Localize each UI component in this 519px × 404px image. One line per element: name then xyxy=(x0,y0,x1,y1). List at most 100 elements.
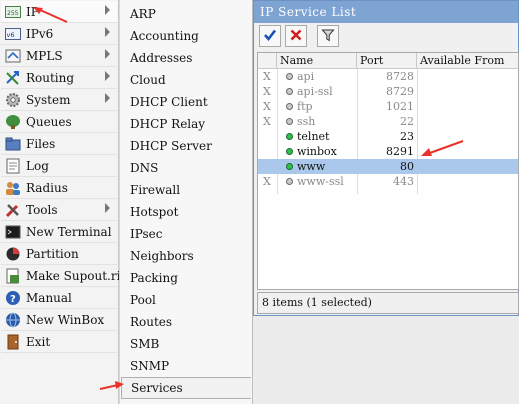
menu-item-new-winbox[interactable]: New WinBox xyxy=(1,309,117,331)
tools-icon xyxy=(5,202,21,218)
svg-text:v6: v6 xyxy=(7,31,15,39)
queues-icon xyxy=(5,114,21,130)
menu-item-log[interactable]: Log xyxy=(1,155,117,177)
status-dot-icon xyxy=(286,88,293,95)
window-title[interactable]: IP Service List xyxy=(254,1,518,23)
submenu-item-dhcp-server[interactable]: DHCP Server xyxy=(121,135,251,157)
service-port: 443 xyxy=(393,175,414,188)
service-name: api xyxy=(297,70,315,83)
annotation-arrow-icon xyxy=(421,140,464,156)
submenu-item-packing[interactable]: Packing xyxy=(121,267,251,289)
chevron-right-icon xyxy=(105,27,110,37)
ip-icon: 255 xyxy=(5,4,21,20)
enable-button[interactable] xyxy=(259,25,281,47)
submenu-item-cloud[interactable]: Cloud xyxy=(121,69,251,91)
mpls-icon xyxy=(5,48,21,64)
column-header-port[interactable]: Port xyxy=(357,53,417,69)
menu-item-make-supout[interactable]: Make Supout.rif xyxy=(1,265,125,287)
submenu-item-dhcp-relay[interactable]: DHCP Relay xyxy=(121,113,251,135)
partition-icon xyxy=(5,246,21,262)
help-icon: ? xyxy=(5,290,21,306)
service-port: 1021 xyxy=(386,100,414,113)
submenu-item-pool[interactable]: Pool xyxy=(121,289,251,311)
submenu-item-services[interactable]: Services xyxy=(121,377,251,399)
menu-item-label: IPv6 xyxy=(26,26,54,41)
chevron-right-icon xyxy=(105,93,110,103)
disable-button[interactable] xyxy=(285,25,307,47)
table-row[interactable]: telnet 23 xyxy=(258,129,518,144)
menu-item-routing[interactable]: Routing xyxy=(1,67,117,89)
service-name: www-ssl xyxy=(297,175,344,188)
menu-item-label: Make Supout.rif xyxy=(26,268,125,283)
svg-text:?: ? xyxy=(10,294,16,305)
exit-icon xyxy=(5,334,21,350)
menu-item-label: Log xyxy=(26,158,49,173)
menu-item-label: System xyxy=(26,92,71,107)
ipv6-icon: v6 xyxy=(5,26,21,42)
menu-item-new-terminal[interactable]: New Terminal xyxy=(1,221,117,243)
enable-check-icon xyxy=(263,28,277,45)
menu-item-label: Files xyxy=(26,136,56,151)
submenu-item-firewall[interactable]: Firewall xyxy=(121,179,251,201)
toolbar xyxy=(254,23,518,49)
service-port: 80 xyxy=(400,160,414,173)
menu-item-mpls[interactable]: MPLS xyxy=(1,45,117,67)
table-row[interactable]: X www-ssl 443 xyxy=(258,174,518,189)
service-name: www xyxy=(297,160,326,173)
table-row-selected[interactable]: www 80 xyxy=(258,159,518,174)
table-row[interactable]: X api-ssl 8729 xyxy=(258,84,518,99)
disable-x-icon xyxy=(289,28,303,45)
status-dot-icon xyxy=(286,103,293,110)
column-header-available-from[interactable]: Available From xyxy=(417,53,518,69)
table-row[interactable]: X api 8728 xyxy=(258,69,518,84)
service-name: api-ssl xyxy=(297,85,333,98)
chevron-right-icon xyxy=(105,203,110,213)
status-dot-icon xyxy=(286,148,293,155)
disabled-flag: X xyxy=(263,70,271,83)
menu-item-system[interactable]: System xyxy=(1,89,117,111)
submenu-item-ipsec[interactable]: IPsec xyxy=(121,223,251,245)
menu-item-queues[interactable]: Queues xyxy=(1,111,117,133)
submenu-item-accounting[interactable]: Accounting xyxy=(121,25,251,47)
status-dot-icon xyxy=(286,73,293,80)
submenu-item-addresses[interactable]: Addresses xyxy=(121,47,251,69)
table-row[interactable]: X ssh 22 xyxy=(258,114,518,129)
submenu-item-routes[interactable]: Routes xyxy=(121,311,251,333)
submenu-item-neighbors[interactable]: Neighbors xyxy=(121,245,251,267)
chevron-right-icon xyxy=(105,5,110,15)
menu-item-label: Radius xyxy=(26,180,68,195)
submenu-item-dhcp-client[interactable]: DHCP Client xyxy=(121,91,251,113)
menu-item-label: New WinBox xyxy=(26,312,105,327)
main-menu: 255 IP v6 IPv6 MPLS Routing System Queue… xyxy=(0,0,125,404)
column-header-name[interactable]: Name xyxy=(277,53,357,69)
service-port: 22 xyxy=(400,115,414,128)
table-row[interactable]: winbox 8291 xyxy=(258,144,518,159)
menu-item-label: Queues xyxy=(26,114,72,129)
menu-item-files[interactable]: Files xyxy=(1,133,117,155)
service-table: Name Port Available From X api 8728 X ap… xyxy=(257,52,519,290)
table-row[interactable]: X ftp 1021 xyxy=(258,99,518,114)
status-dot-icon xyxy=(286,178,293,185)
submenu-item-hotspot[interactable]: Hotspot xyxy=(121,201,251,223)
menu-item-partition[interactable]: Partition xyxy=(1,243,117,265)
status-dot-icon xyxy=(286,118,293,125)
filter-icon xyxy=(321,28,335,45)
disabled-flag: X xyxy=(263,85,271,98)
service-name: winbox xyxy=(297,145,337,158)
submenu-item-smb[interactable]: SMB xyxy=(121,333,251,355)
column-header-flag[interactable] xyxy=(258,53,277,69)
submenu-item-dns[interactable]: DNS xyxy=(121,157,251,179)
status-bar: 8 items (1 selected) xyxy=(257,292,519,314)
menu-item-tools[interactable]: Tools xyxy=(1,199,117,221)
service-port: 8729 xyxy=(386,85,414,98)
menu-item-ipv6[interactable]: v6 IPv6 xyxy=(1,23,117,45)
menu-item-radius[interactable]: Radius xyxy=(1,177,117,199)
menu-item-label: New Terminal xyxy=(26,224,112,239)
terminal-icon xyxy=(5,224,21,240)
submenu-item-snmp[interactable]: SNMP xyxy=(121,355,251,377)
filter-button[interactable] xyxy=(317,25,339,47)
menu-item-manual[interactable]: ? Manual xyxy=(1,287,117,309)
supout-icon xyxy=(5,268,21,284)
menu-item-exit[interactable]: Exit xyxy=(1,331,117,353)
submenu-item-arp[interactable]: ARP xyxy=(121,3,251,25)
